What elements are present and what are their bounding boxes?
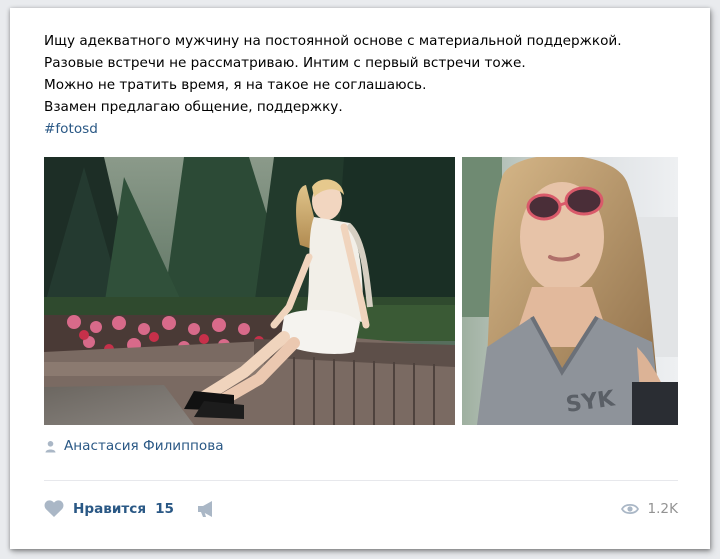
hashtag-link[interactable]: #fotosd — [44, 118, 684, 140]
author-signature[interactable]: Анастасия Филиппова — [44, 435, 224, 457]
post-text-line: Можно не тратить время, я на такое не со… — [44, 77, 427, 93]
like-label: Нравится — [73, 501, 147, 517]
views-counter: 1.2K — [621, 496, 678, 522]
footer-divider — [44, 480, 678, 481]
share-button[interactable] — [196, 499, 216, 519]
photo-attachment-2[interactable]: SYK — [462, 157, 678, 425]
person-icon — [44, 440, 57, 453]
heart-icon — [44, 500, 64, 517]
selfie-photo: SYK — [462, 157, 678, 425]
photo-attachment-1[interactable] — [44, 157, 455, 425]
post-footer: Нравится 15 1.2K — [44, 496, 678, 522]
post-card: Ищу адекватного мужчину на постоянной ос… — [10, 8, 710, 549]
post-text-line: Взамен предлагаю общение, поддержку. — [44, 99, 343, 115]
views-count: 1.2K — [647, 501, 678, 517]
megaphone-icon — [198, 501, 212, 517]
author-name[interactable]: Анастасия Филиппова — [64, 438, 224, 454]
like-button[interactable]: Нравится 15 — [44, 496, 174, 522]
post-text-line: Ищу адекватного мужчину на постоянной ос… — [44, 33, 622, 49]
post-text: Ищу адекватного мужчину на постоянной ос… — [44, 30, 684, 140]
post-text-line: Разовые встречи не рассматриваю. Интим с… — [44, 55, 526, 71]
park-photo — [44, 157, 455, 425]
like-count: 15 — [155, 501, 174, 517]
eye-icon — [621, 503, 640, 515]
